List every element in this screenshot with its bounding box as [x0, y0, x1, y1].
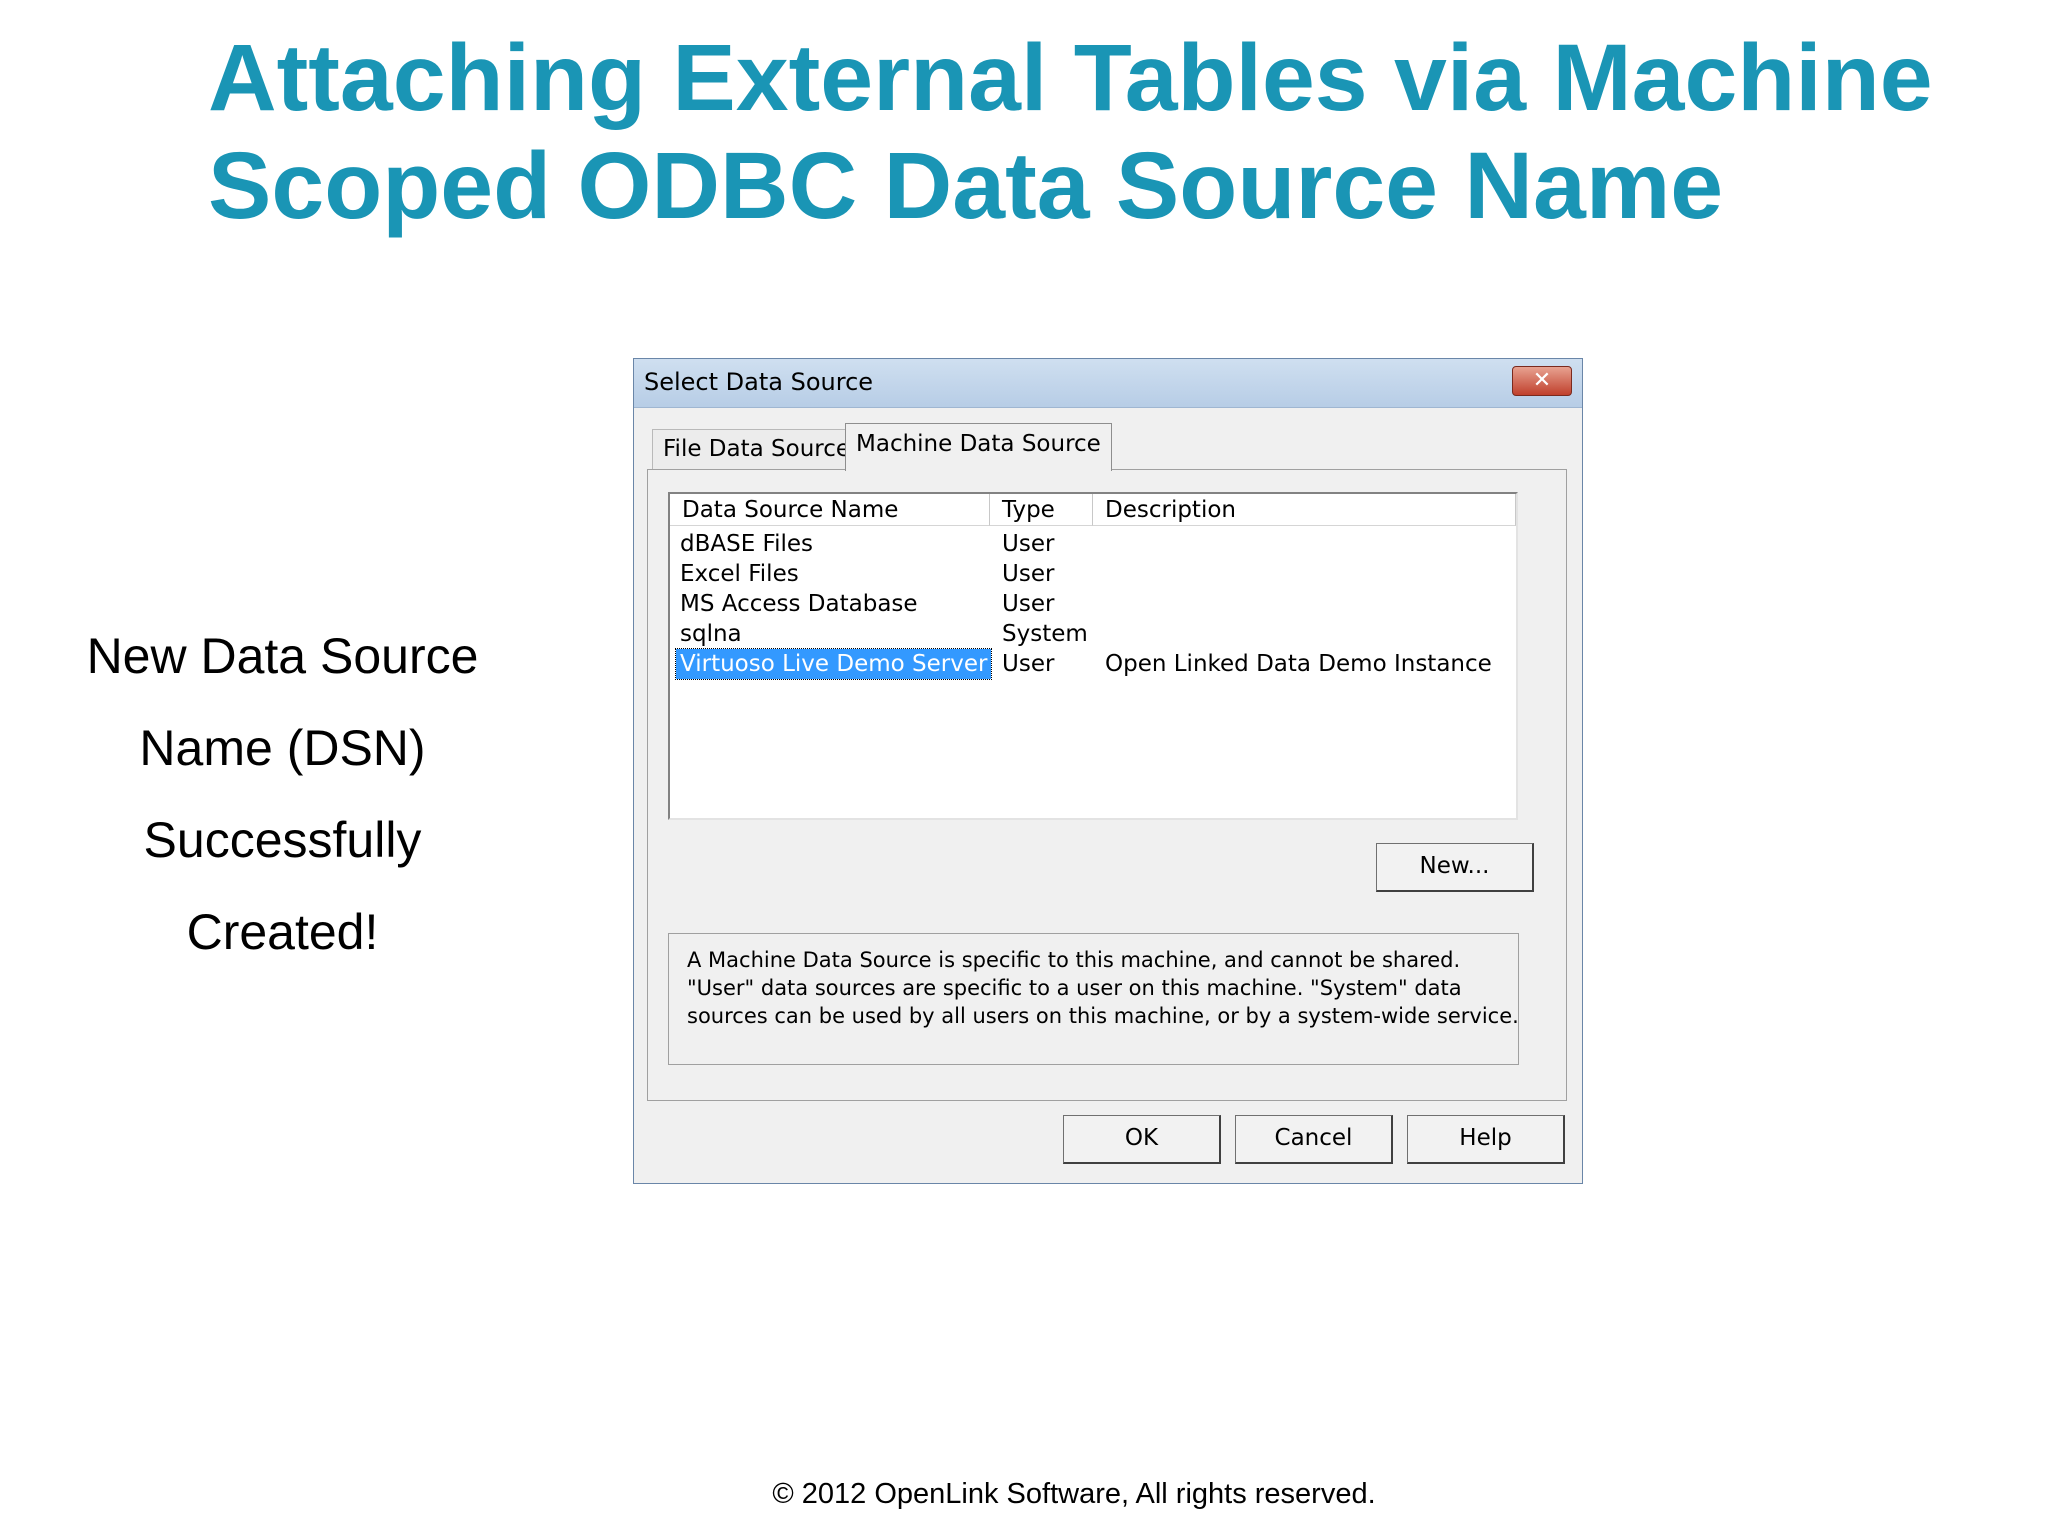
- tab-machine-data-source[interactable]: Machine Data Source: [845, 423, 1112, 471]
- footer-area: © 2012 OpenLink Software, All rights res…: [0, 0, 2048, 1536]
- copyright-footer: © 2012 OpenLink Software, All rights res…: [772, 1478, 1376, 1510]
